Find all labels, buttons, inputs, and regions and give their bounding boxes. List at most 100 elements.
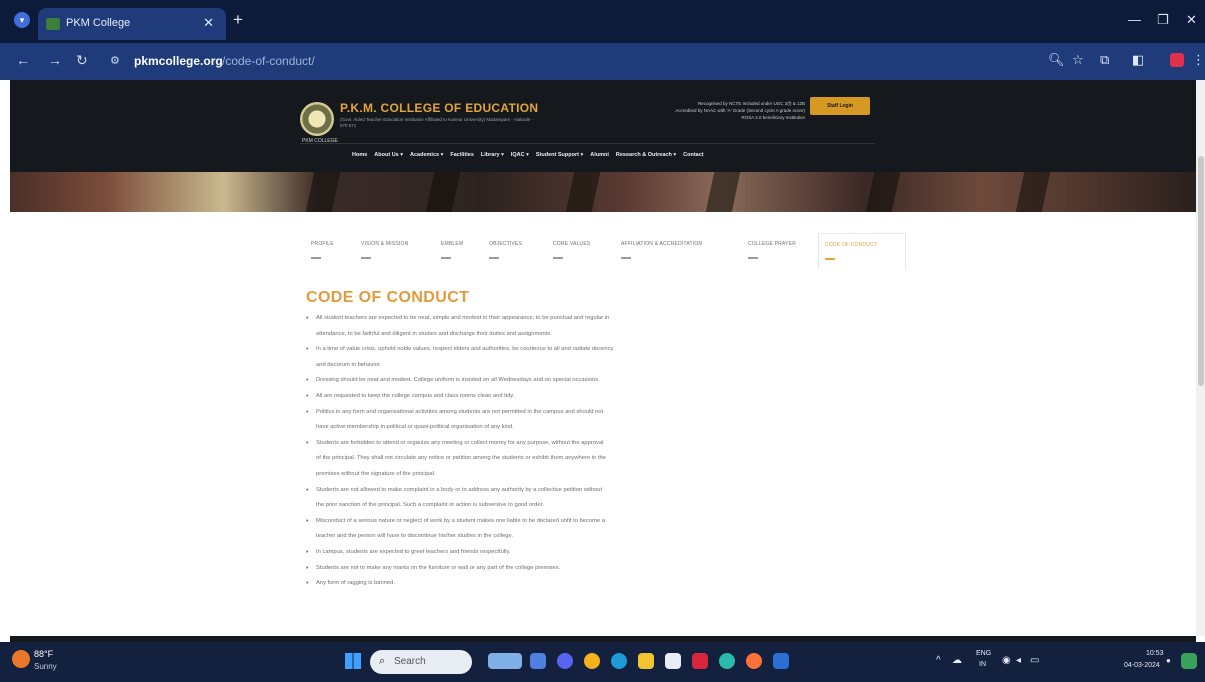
task-view-icon[interactable] bbox=[530, 653, 546, 669]
nav-facilities[interactable]: Facilities bbox=[450, 152, 474, 158]
input-language[interactable]: ENG bbox=[976, 650, 991, 657]
weather-description[interactable]: Sunny bbox=[34, 662, 57, 671]
nav-academics[interactable]: Academics ▾ bbox=[410, 152, 443, 158]
chat-app-icon[interactable] bbox=[557, 653, 573, 669]
app-icon[interactable] bbox=[719, 653, 735, 669]
chrome-icon[interactable] bbox=[584, 653, 600, 669]
conduct-rule-line: In campus, students are expected to gree… bbox=[304, 545, 804, 561]
page-banner-image bbox=[10, 172, 1196, 212]
about-subtabs: PROFILE VISION & MISSION EMBLEM OBJECTIV… bbox=[305, 233, 906, 269]
profile-icon[interactable] bbox=[1170, 53, 1184, 67]
header-divider bbox=[300, 143, 875, 144]
conduct-rule-line: In a time of value crisis, uphold noble … bbox=[304, 342, 804, 358]
search-icon: ⌕ bbox=[379, 655, 386, 667]
app-icon[interactable] bbox=[773, 653, 789, 669]
browser-toolbar: ← → ↻ ⚙ pkmcollege.org /code-of-conduct/… bbox=[0, 43, 1205, 80]
conduct-rule-line: attendance, to be faithful and diligent … bbox=[316, 330, 552, 337]
weather-sun-icon[interactable] bbox=[12, 650, 30, 668]
subtab-affiliation[interactable]: AFFILIATION & ACCREDITATION bbox=[615, 233, 708, 269]
copilot-icon[interactable] bbox=[1181, 653, 1197, 669]
browser-tab-strip: ▾ PKM College ✕ + — ❐ ✕ bbox=[0, 0, 1205, 43]
close-icon[interactable]: ✕ bbox=[203, 15, 214, 31]
clock-date[interactable]: 04-03-2024 bbox=[1124, 662, 1160, 669]
page-title: CODE OF CONDUCT bbox=[306, 289, 470, 306]
site-info-icon[interactable]: ⚙ bbox=[110, 54, 120, 67]
subtab-label: EMBLEM bbox=[441, 241, 464, 247]
conduct-rule-line: Any form of ragging is banned. bbox=[304, 576, 804, 592]
accreditation-line: ROSA 2.0 beneficiary Institution bbox=[741, 115, 805, 120]
nav-research[interactable]: Research & Outreach ▾ bbox=[616, 152, 676, 158]
college-favicon-icon bbox=[46, 18, 60, 30]
tab-title: PKM College bbox=[66, 17, 131, 29]
conduct-rule-line: Politics in any form and organisational … bbox=[304, 405, 804, 421]
subtab-label: CORE VALUES bbox=[553, 241, 591, 247]
cloud-icon[interactable]: ☁ bbox=[952, 655, 962, 667]
store-icon[interactable] bbox=[665, 653, 681, 669]
plus-icon[interactable]: + bbox=[233, 11, 243, 28]
kebab-menu-icon[interactable]: ⋮ bbox=[1192, 53, 1205, 67]
conduct-rule-line: All student teachers are expected to be … bbox=[304, 311, 804, 327]
subtab-core-values[interactable]: CORE VALUES bbox=[547, 233, 596, 269]
college-subtitle: (Govt. Aided Teacher Education Instituti… bbox=[340, 117, 533, 128]
subtab-label: OBJECTIVES bbox=[489, 241, 523, 247]
input-region[interactable]: IN bbox=[979, 661, 986, 668]
conduct-rule-line: Students are forbidden to attend or orga… bbox=[304, 436, 804, 452]
subtab-objectives[interactable]: OBJECTIVES bbox=[483, 233, 528, 269]
subtab-vision-mission[interactable]: VISION & MISSION bbox=[355, 233, 414, 269]
tab-menu-icon[interactable]: ▾ bbox=[14, 12, 30, 28]
nav-student-support[interactable]: Student Support ▾ bbox=[536, 152, 583, 158]
staff-login-button[interactable]: Staff Login bbox=[810, 97, 870, 115]
mcafee-icon[interactable] bbox=[692, 653, 708, 669]
extensions-icon[interactable]: ⧉ bbox=[1100, 53, 1109, 67]
firefox-icon[interactable] bbox=[746, 653, 762, 669]
taskbar-search[interactable]: ⌕ Search bbox=[370, 650, 472, 674]
file-explorer-icon[interactable] bbox=[638, 653, 654, 669]
forward-icon[interactable]: → bbox=[48, 53, 62, 67]
reload-icon[interactable]: ↻ bbox=[76, 53, 88, 67]
scrollbar-thumb[interactable] bbox=[1198, 156, 1204, 386]
accreditation-line: Accredited by NAAC with 'A' Grade (Secon… bbox=[675, 108, 805, 113]
restore-icon[interactable]: ❐ bbox=[1157, 12, 1169, 28]
sidepanel-icon[interactable]: ◧ bbox=[1132, 53, 1144, 67]
search-placeholder: Search bbox=[394, 656, 426, 667]
subtab-profile[interactable]: PROFILE bbox=[305, 233, 340, 269]
conduct-rule-line: of the principal. They shall not circula… bbox=[316, 455, 606, 462]
minimize-icon[interactable]: — bbox=[1128, 12, 1141, 27]
window-close-icon[interactable]: ✕ bbox=[1186, 12, 1197, 28]
browser-tab[interactable]: PKM College ✕ bbox=[38, 8, 226, 40]
college-logo[interactable] bbox=[300, 102, 334, 136]
weather-temperature[interactable]: 88°F bbox=[34, 649, 53, 659]
conduct-rule-line: Misconduct of a serious nature or neglec… bbox=[304, 514, 804, 530]
subtab-college-prayer[interactable]: COLLEGE PRAYER bbox=[742, 233, 802, 269]
address-bar[interactable]: ⚙ pkmcollege.org /code-of-conduct/ bbox=[100, 48, 1035, 75]
accreditation-info: Recognised by NCTE Included under UGC 2(… bbox=[575, 100, 805, 121]
back-icon[interactable]: ← bbox=[16, 53, 30, 67]
volume-icon[interactable]: ◂ bbox=[1016, 655, 1021, 667]
chevron-up-icon[interactable]: ^ bbox=[936, 655, 941, 667]
conduct-rule-line: Students are not allowed to make complai… bbox=[304, 483, 804, 499]
accreditation-line: Recognised by NCTE Included under UGC 2(… bbox=[697, 101, 805, 106]
battery-icon[interactable]: ▭ bbox=[1030, 655, 1039, 667]
subtab-code-of-conduct[interactable]: CODE OF CONDUCT bbox=[818, 233, 906, 269]
subtab-emblem[interactable]: EMBLEM bbox=[435, 233, 469, 269]
nav-iqac[interactable]: IQAC ▾ bbox=[511, 152, 529, 158]
taskbar-widget-icon[interactable] bbox=[488, 653, 522, 669]
zoom-icon[interactable]: 🔍︎ bbox=[1048, 53, 1065, 67]
nav-about[interactable]: About Us ▾ bbox=[374, 152, 403, 158]
conduct-rule-line: have active membership in political or q… bbox=[316, 424, 514, 431]
notification-dot-icon[interactable]: ● bbox=[1166, 655, 1171, 667]
windows-start-icon[interactable] bbox=[345, 653, 361, 669]
nav-home[interactable]: Home bbox=[352, 152, 367, 158]
wifi-icon[interactable]: ◉ bbox=[1002, 655, 1011, 667]
conduct-rule-line: All are requested to keep the college ca… bbox=[304, 389, 804, 405]
nav-alumni[interactable]: Alumni bbox=[590, 152, 609, 158]
nav-library[interactable]: Library ▾ bbox=[481, 152, 504, 158]
nav-contact[interactable]: Contact bbox=[683, 152, 703, 158]
conduct-rule-line: teacher and the person will have to disc… bbox=[316, 533, 514, 540]
url-path: /code-of-conduct/ bbox=[222, 54, 315, 68]
clock-time[interactable]: 10:53 bbox=[1146, 650, 1164, 657]
edge-icon[interactable] bbox=[611, 653, 627, 669]
star-icon[interactable]: ☆ bbox=[1072, 53, 1084, 67]
college-name[interactable]: P.K.M. COLLEGE OF EDUCATION bbox=[340, 101, 538, 115]
subtab-label: VISION & MISSION bbox=[361, 241, 409, 247]
